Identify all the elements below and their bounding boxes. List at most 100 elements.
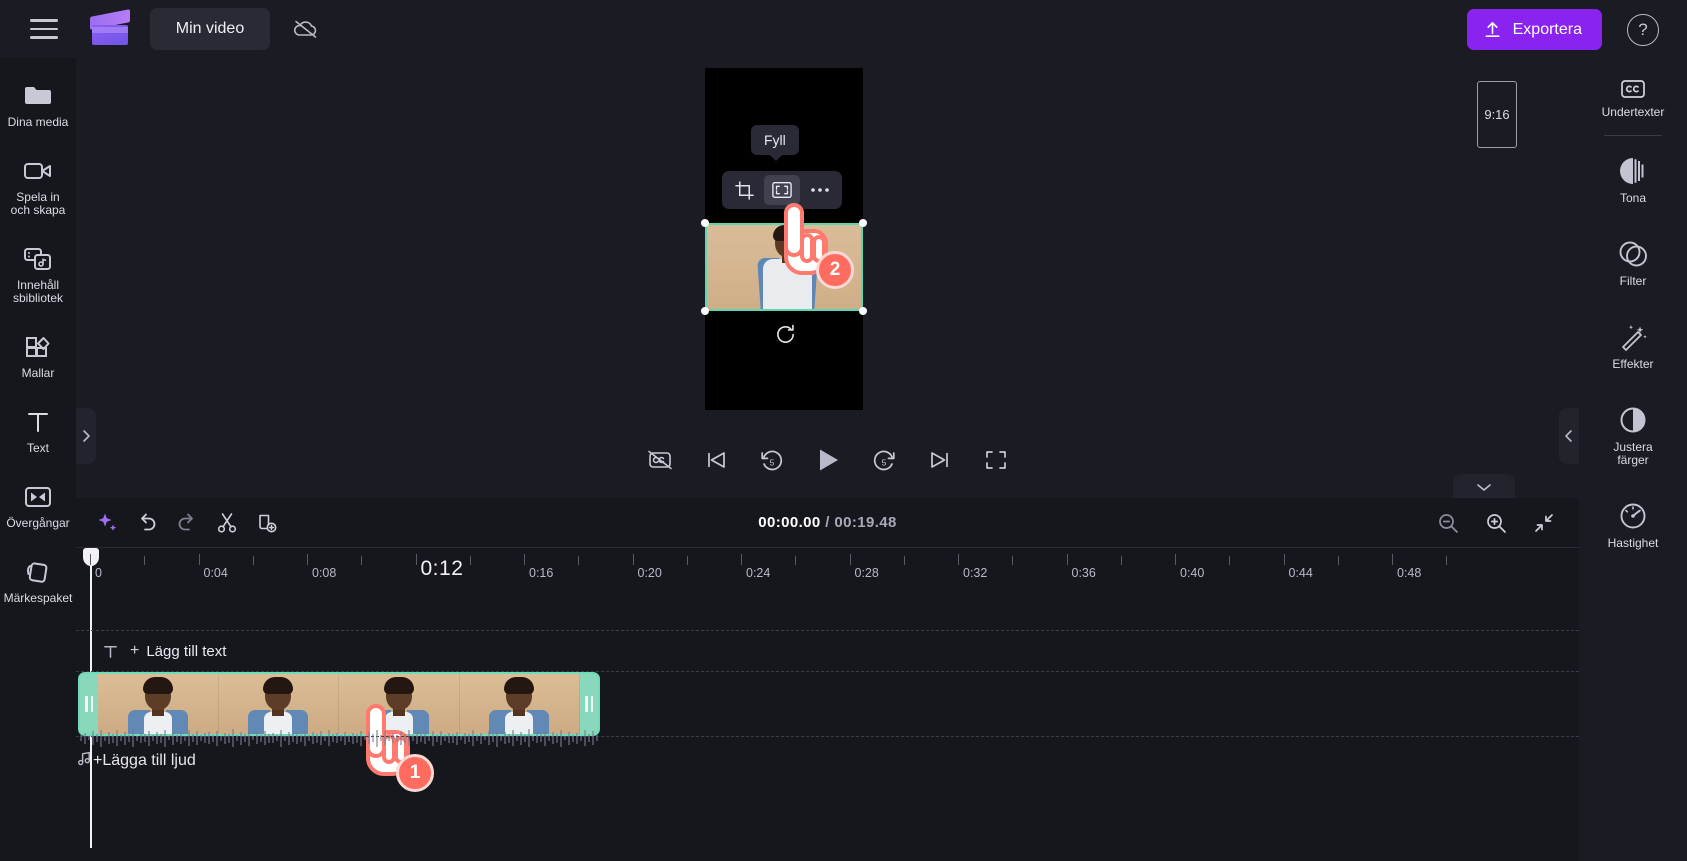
ruler-label: 0:48 [1397,566,1422,580]
ruler-minor-tick [1446,556,1448,565]
thumbnail [98,674,219,734]
sidebar-item-label: Innehåll sbibliotek [12,278,64,305]
thumbnail [339,674,460,734]
skip-to-start-button[interactable] [699,443,733,477]
top-bar: Min video Exportera ? [0,0,1687,58]
more-horizontal-icon [811,188,829,192]
resize-handle-tr[interactable] [859,219,867,227]
more-options-button[interactable] [802,175,838,205]
hamburger-icon[interactable] [22,9,66,49]
fill-expand-icon [772,182,792,198]
time-separator: / [825,514,830,531]
resize-handle-br[interactable] [859,307,867,315]
audio-track-row[interactable]: + Lägga till ljud [76,729,1579,784]
chevron-left-icon [1565,430,1572,442]
ruler-label: 0 [95,566,102,580]
expand-left-panel-button[interactable] [76,408,96,464]
skip-to-end-button[interactable] [923,443,957,477]
panel-item-filter[interactable]: Filter [1579,229,1687,298]
ruler-minor-tick [795,556,797,565]
ruler-minor-tick [1012,556,1014,565]
total-time: 00:19.48 [834,514,897,531]
collapse-right-panel-button[interactable] [1559,408,1579,464]
text-track-row[interactable]: + Lägg till text [76,630,1579,672]
sidebar-item-overgangar[interactable]: Övergångar [0,473,76,537]
panel-item-hastighet[interactable]: Hastighet [1579,491,1687,560]
project-title-input[interactable]: Min video [150,8,270,50]
aspect-ratio-badge[interactable]: 9:16 [1477,81,1517,148]
add-text-label[interactable]: Lägg till text [146,643,226,660]
captions-off-button[interactable] [643,443,677,477]
sidebar-item-text[interactable]: Text [0,398,76,462]
sidebar-item-label: Övergångar [6,516,70,530]
add-audio-plus[interactable]: + [93,752,102,770]
empty-track-area [76,594,1579,630]
panel-item-justera-farger[interactable]: Justera färger [1579,395,1687,477]
skip-forward-icon [930,452,948,468]
thumbnail [459,674,580,734]
play-button[interactable] [811,443,845,477]
cloud-off-icon[interactable] [282,7,330,51]
clipchamp-editor: Min video Exportera ? Dina media Spela i… [0,0,1687,861]
speed-gauge-icon [1620,503,1646,529]
brand-kit-icon [23,557,53,587]
sidebar-item-spela-in-och-skapa[interactable]: Spela in och skapa [0,147,76,224]
crop-icon [734,180,754,200]
left-sidebar: Dina media Spela in och skapa Innehåll s… [0,58,76,861]
ruler-label: 0:36 [1071,566,1096,580]
help-button[interactable]: ? [1627,14,1659,46]
fill-tooltip: Fyll [751,125,799,161]
sidebar-item-dina-media[interactable]: Dina media [0,72,76,136]
preview-canvas[interactable]: Fyll [701,68,867,410]
right-sidebar: Undertexter Tona Filter Effekter Justera… [1579,58,1687,861]
sidebar-item-label: Märkespaket [3,591,73,605]
rewind-5-button[interactable]: 5 [755,443,789,477]
panel-item-undertexter[interactable]: Undertexter [1579,68,1687,129]
add-text-plus[interactable]: + [130,642,139,660]
current-time: 00:00.00 [758,514,821,531]
sidebar-item-innehallsbibliotek[interactable]: Innehåll sbibliotek [0,235,76,312]
ruler-label: 0:44 [1288,566,1313,580]
panel-item-effekter[interactable]: Effekter [1579,312,1687,381]
playback-controls: 5 5 [76,443,1579,477]
sidebar-item-label: Text [26,441,49,455]
ruler-tick [741,554,742,565]
ruler-minor-tick [1120,556,1122,565]
sidebar-item-mallar[interactable]: Mallar [0,323,76,387]
panel-item-tona[interactable]: Tona [1579,146,1687,215]
text-t-icon [25,407,51,437]
sidebar-item-markespaket[interactable]: Märkespaket [0,548,76,612]
transitions-icon [23,482,53,512]
clip-trim-handle-left[interactable] [80,674,98,734]
adjust-colors-icon [1620,407,1646,433]
ruler-label: 0:40 [1180,566,1205,580]
ruler-tick [958,554,959,565]
export-label: Exportera [1512,20,1582,38]
forward-5-button[interactable]: 5 [867,443,901,477]
rotate-button[interactable] [773,322,797,346]
ruler-tick [198,554,200,565]
ruler-tick [1175,554,1176,565]
export-button[interactable]: Exportera [1466,9,1602,50]
video-camera-icon [22,156,54,186]
crop-button[interactable] [726,175,762,205]
cc-off-icon [647,450,672,470]
sidebar-item-label: Spela in och skapa [10,190,66,217]
ruler-label: 0:20 [637,566,662,580]
clip-trim-handle-right[interactable] [580,674,598,734]
fullscreen-button[interactable] [979,443,1013,477]
panel-item-label: Effekter [1612,357,1654,371]
add-audio-label[interactable]: Lägga till ljud [102,752,195,770]
rotate-icon [776,324,794,343]
fill-button[interactable] [764,175,800,205]
preview-stage: 9:16 Fyll 2 5 5 [76,58,1579,500]
collapse-timeline-button[interactable] [1453,474,1515,500]
ruler-tick [90,554,91,565]
timeline-ruler[interactable]: 0 0:04 0:08 0:12 0:16 0:20 0:24 0:28 0:32 0:36 0:4… [76,548,1579,848]
audio-waveform [76,727,1579,749]
resize-handle-tl[interactable] [701,219,709,227]
ruler-tick [632,554,634,565]
sidebar-item-label: Dina media [7,115,69,129]
resize-handle-bl[interactable] [701,307,709,315]
panel-item-label: Undertexter [1601,105,1665,119]
